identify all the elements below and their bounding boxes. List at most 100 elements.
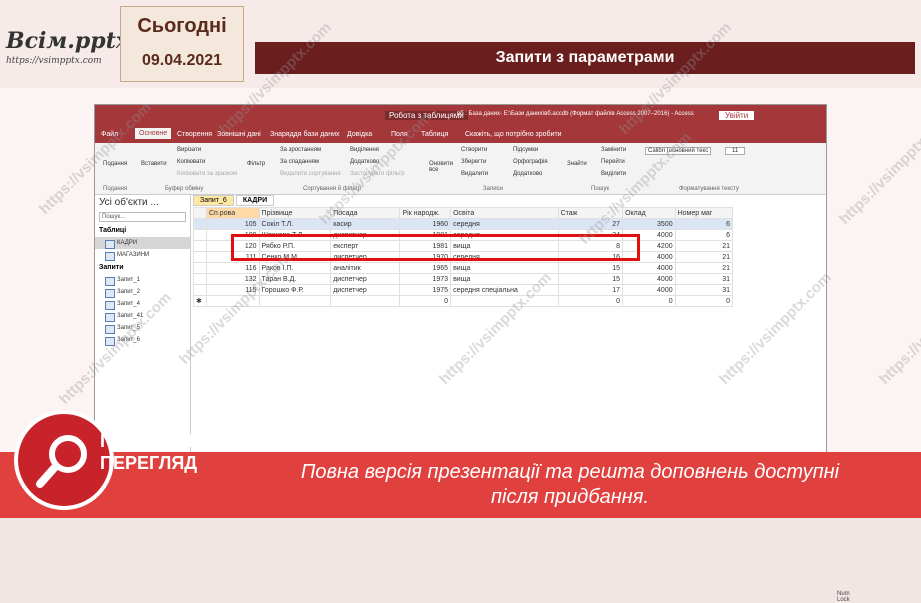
nav-table-item[interactable]: МАГАЗИНИ (95, 249, 190, 261)
table-cell[interactable]: 0 (622, 295, 676, 307)
column-header[interactable]: Посада (330, 207, 401, 219)
table-row[interactable]: 115 Горошко Ф.Р. диспетчер 1975 середня спец… (193, 284, 734, 296)
ribbon-tab-3[interactable]: Зовнішні дані (217, 131, 261, 138)
table-cell[interactable]: 105 (205, 218, 260, 230)
row-selector[interactable] (193, 240, 207, 252)
table-cell[interactable]: 1973 (399, 273, 452, 285)
spelling-button[interactable]: Орфографія (513, 159, 548, 165)
ribbon-tab-7[interactable]: Таблиця (421, 131, 448, 138)
table-cell[interactable]: 31 (674, 273, 734, 285)
nav-query-item[interactable]: Запит_1 (95, 274, 190, 286)
view-button[interactable]: Подання (103, 161, 127, 167)
advanced-button[interactable]: Додатково (350, 159, 379, 165)
column-header[interactable]: Стаж (557, 207, 624, 219)
cut-button[interactable]: Вирізати (177, 147, 201, 153)
table-cell[interactable]: диспетчер (330, 273, 401, 285)
row-selector[interactable] (193, 207, 207, 219)
table-cell[interactable] (205, 295, 260, 307)
table-cell[interactable]: касир (330, 218, 401, 230)
table-cell[interactable]: 15 (557, 262, 624, 274)
column-header[interactable]: Сп.рова (205, 207, 260, 219)
nav-query-item[interactable]: Запит_41 (95, 310, 190, 322)
table-cell[interactable]: 115 (205, 284, 260, 296)
row-selector[interactable] (193, 251, 207, 263)
table-cell[interactable]: 31 (674, 284, 734, 296)
ribbon-tab-8[interactable]: Скажіть, що потрібно зробити (465, 131, 562, 138)
table-cell[interactable]: середня (450, 218, 559, 230)
table-row[interactable]: 132 Таран В.Д. диспетчер 1973 вища 15 4000 31 (193, 273, 734, 285)
ribbon-tab-6[interactable]: Поля (391, 131, 408, 138)
table-cell[interactable]: 0 (674, 295, 734, 307)
column-header[interactable]: Номер маг (674, 207, 734, 219)
row-selector[interactable] (193, 273, 207, 285)
ribbon-tab-4[interactable]: Знаряддя бази даних (270, 131, 339, 138)
table-cell[interactable]: вища (450, 262, 559, 274)
toggle-filter-button[interactable]: Застосувати фільтр (350, 171, 405, 177)
sort-desc-button[interactable]: За спаданням (280, 159, 319, 165)
table-cell[interactable]: 0 (399, 295, 452, 307)
nav-search-input[interactable]: Пошук... (99, 212, 186, 222)
ribbon-tab-2[interactable]: Створення (177, 131, 212, 138)
table-cell[interactable] (330, 295, 401, 307)
nav-table-item[interactable]: КАДРИ (95, 237, 190, 249)
tab-query-6[interactable]: Запит_6 (193, 195, 234, 206)
ribbon-tab-1[interactable]: Основне (135, 128, 172, 139)
paste-button[interactable]: Вставити (141, 161, 167, 167)
nav-tables-section[interactable]: Таблиці (95, 224, 190, 237)
ribbon-tab-0[interactable]: Файл (101, 131, 118, 138)
goto-button[interactable]: Перейти (601, 159, 625, 165)
table-row[interactable]: 105 Сокіл Т.Л. касир 1960 середня 27 3500 6 (193, 218, 734, 230)
table-cell[interactable]: 3500 (622, 218, 676, 230)
column-header[interactable]: Оклад (622, 207, 676, 219)
table-cell[interactable]: диспетчер (330, 284, 401, 296)
table-cell[interactable]: 1960 (399, 218, 452, 230)
table-cell[interactable]: Таран В.Д. (258, 273, 332, 285)
row-selector[interactable] (193, 284, 207, 296)
table-cell[interactable]: 0 (557, 295, 624, 307)
ribbon-tab-5[interactable]: Довідка (347, 131, 372, 138)
table-cell[interactable]: 15 (557, 273, 624, 285)
more-button[interactable]: Додатково (513, 171, 542, 177)
row-selector[interactable] (193, 218, 207, 230)
selection-button[interactable]: Виділення (350, 147, 379, 153)
table-cell[interactable]: 4000 (622, 273, 676, 285)
table-cell[interactable]: аналітик (330, 262, 401, 274)
table-cell[interactable]: Раков І.П. (258, 262, 332, 274)
remove-sort-button[interactable]: Видалити сортування (280, 171, 341, 177)
table-cell[interactable]: 21 (674, 251, 734, 263)
refresh-button[interactable]: Оновити все (429, 161, 455, 173)
totals-button[interactable]: Підсумки (513, 147, 538, 153)
copy-button[interactable]: Копіювати (177, 159, 205, 165)
replace-button[interactable]: Замінити (601, 147, 626, 153)
row-selector[interactable] (193, 262, 207, 274)
filter-button[interactable]: Фільтр (247, 161, 265, 167)
table-row[interactable]: ✱ 0 0 0 0 (193, 295, 734, 307)
column-header[interactable]: Освіта (450, 207, 559, 219)
table-cell[interactable]: середня спеціальна (450, 284, 559, 296)
delete-record-button[interactable]: Видалити (461, 171, 488, 177)
nav-header[interactable]: Усі об'єкти ... (95, 195, 190, 210)
table-cell[interactable]: 1965 (399, 262, 452, 274)
table-cell[interactable]: 21 (674, 240, 734, 252)
nav-query-item[interactable]: Запит_2 (95, 286, 190, 298)
table-cell[interactable]: вища (450, 273, 559, 285)
nav-query-item[interactable]: Запит_5 (95, 322, 190, 334)
table-cell[interactable] (450, 295, 559, 307)
tab-kadry[interactable]: КАДРИ (235, 195, 275, 206)
nav-query-item[interactable]: Запит_6 (95, 334, 190, 346)
table-cell[interactable]: 1975 (399, 284, 452, 296)
table-cell[interactable]: 27 (557, 218, 624, 230)
table-cell[interactable]: Горошко Ф.Р. (258, 284, 332, 296)
table-cell[interactable]: 21 (674, 262, 734, 274)
table-cell[interactable]: Сокіл Т.Л. (258, 218, 332, 230)
column-header[interactable]: Рік народж. (399, 207, 452, 219)
sort-asc-button[interactable]: За зростанням (280, 147, 321, 153)
table-cell[interactable]: 132 (205, 273, 260, 285)
select-button[interactable]: Виділити (601, 171, 626, 177)
table-cell[interactable]: 17 (557, 284, 624, 296)
table-cell[interactable]: 116 (205, 262, 260, 274)
font-size-select[interactable]: 11 (725, 147, 746, 155)
table-cell[interactable] (258, 295, 332, 307)
table-cell[interactable]: 6 (674, 218, 734, 230)
new-record-button[interactable]: Створити (461, 147, 487, 153)
